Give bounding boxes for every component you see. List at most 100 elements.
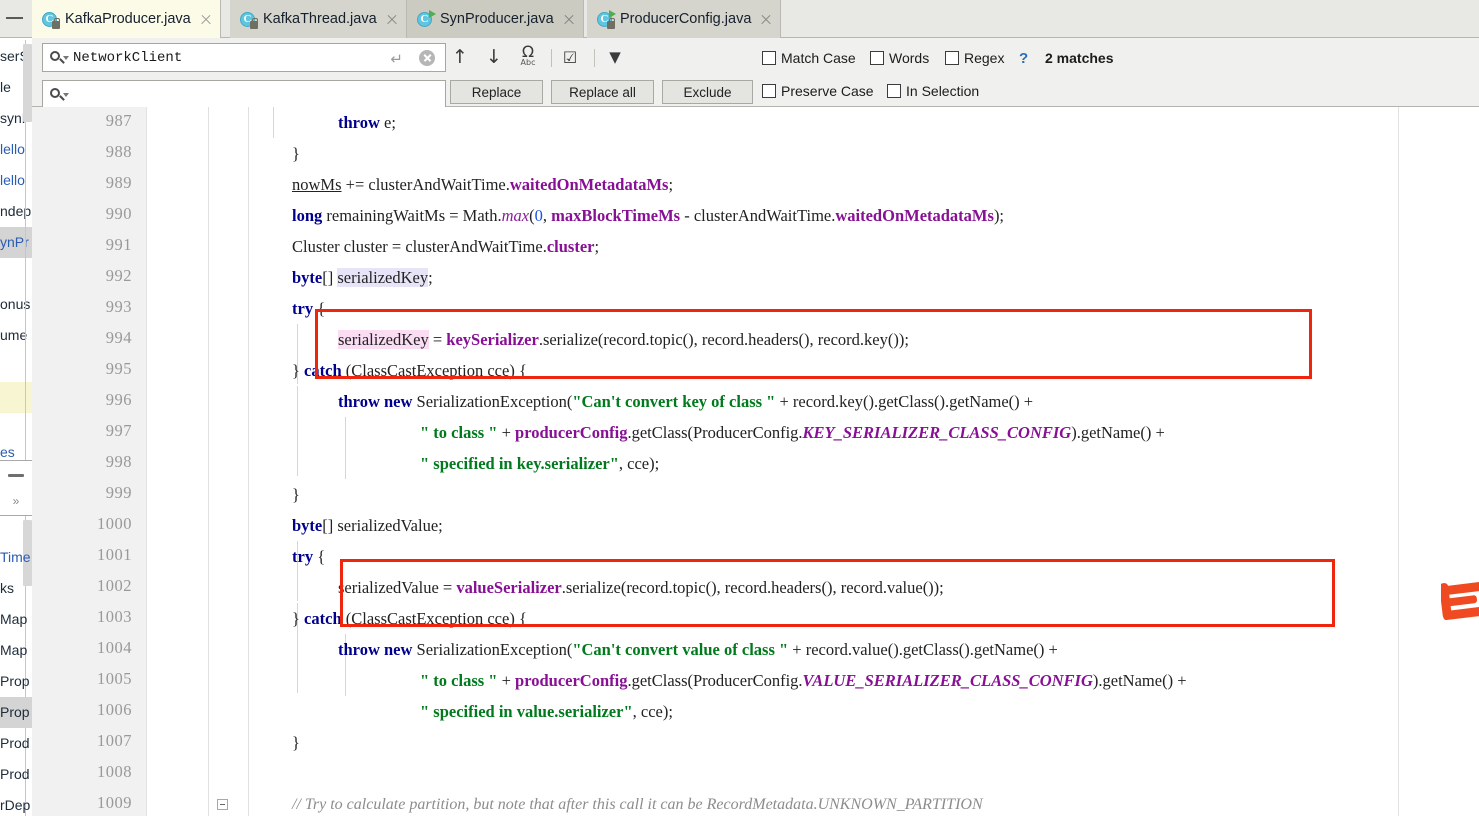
token-keyword: new <box>384 640 413 659</box>
code-editor[interactable]: 987 988 989 990 991 992 993 994 995 996 … <box>32 107 1479 816</box>
search-icon[interactable] <box>49 48 71 68</box>
sidebar-lower-item-2[interactable]: Map <box>0 604 32 635</box>
token-string: " specified in key.serializer" <box>420 454 619 473</box>
line-number: 1009 <box>97 793 132 812</box>
token-field: valueSerializer <box>456 578 562 597</box>
find-next-icon[interactable]: ↓ <box>481 44 507 70</box>
sidebar-lower-item-4[interactable]: Prop <box>0 666 32 697</box>
help-link[interactable]: ? <box>1019 50 1028 67</box>
checkbox-label: Regex <box>964 50 1005 66</box>
token-identifier: serializedValue <box>337 516 439 535</box>
tab-producerconfig-java[interactable]: C ProducerConfig.java <box>587 0 782 38</box>
sidebar-lower-item-8[interactable]: rDep <box>0 790 32 816</box>
code-line-997: " to class " + producerConfig.getClass(P… <box>420 417 1165 448</box>
checkbox-box[interactable] <box>887 84 901 98</box>
java-class-locked-icon: C <box>42 11 60 29</box>
find-previous-icon[interactable]: ↑ <box>447 44 473 70</box>
code-line-1005: " to class " + producerConfig.getClass(P… <box>420 665 1187 696</box>
sidebar-lower-item-3[interactable]: Map <box>0 635 32 666</box>
code-line-994: serializedKey = keySerializer.serialize(… <box>338 324 909 355</box>
checkbox-box[interactable] <box>870 51 884 65</box>
tab-synproducer-java[interactable]: C SynProducer.java <box>407 0 584 38</box>
sidebar-lower-item-1[interactable]: ks <box>0 573 32 604</box>
checkbox-box[interactable] <box>762 51 776 65</box>
sidebar-lower-item-5[interactable]: Prop <box>0 697 32 728</box>
token-field: waitedOnMetadataMs <box>509 175 669 194</box>
line-number: 989 <box>105 173 132 192</box>
replace-all-button[interactable]: Replace all <box>551 80 654 104</box>
sidebar-item-label: ume <box>0 327 28 343</box>
sidebar-lower-item-7[interactable]: Prod <box>0 759 32 790</box>
in-selection-checkbox[interactable]: In Selection <box>887 83 979 99</box>
search-input[interactable]: NetworkClient ↵ <box>42 43 446 72</box>
indent-guide <box>273 107 274 138</box>
token-plain: remainingWaitMs = Math. <box>322 206 502 225</box>
token-keyword: throw <box>338 392 380 411</box>
replace-button[interactable]: Replace <box>450 80 543 104</box>
checkbox-box[interactable] <box>945 51 959 65</box>
tab-kafkathread-java[interactable]: C KafkaThread.java <box>230 0 407 38</box>
sidebar-scrollbar-thumb[interactable] <box>23 44 32 122</box>
words-checkbox[interactable]: Words <box>870 50 929 66</box>
line-number: 1003 <box>97 607 132 626</box>
sidebar-item-label: Prod <box>0 735 30 751</box>
sidebar-lower-item-0[interactable]: Time <box>0 542 32 573</box>
fold-collapse-icon[interactable] <box>217 799 228 810</box>
right-margin-guide <box>1398 107 1399 816</box>
sidebar-item-label: lello <box>0 172 25 188</box>
token-keyword: catch <box>304 609 342 628</box>
tab-kafkaproducer-java[interactable]: C KafkaProducer.java <box>32 0 221 38</box>
gutter-markers-area[interactable] <box>147 107 209 816</box>
line-number: 991 <box>105 235 132 254</box>
token-plain: += clusterAndWaitTime. <box>341 175 510 194</box>
icon-sub-glyph: Abc <box>520 58 536 67</box>
exclude-button[interactable]: Exclude <box>662 80 753 104</box>
line-number: 993 <box>105 297 132 316</box>
sidebar-item-4[interactable]: lello <box>0 165 32 196</box>
regex-checkbox[interactable]: Regex <box>945 50 1004 66</box>
search-icon[interactable] <box>49 85 71 105</box>
sidebar-item-8[interactable]: onus <box>0 289 32 320</box>
clear-icon[interactable] <box>419 50 435 66</box>
code-text-layer[interactable]: throw e; } nowMs += clusterAndWaitTime.w… <box>250 107 1479 816</box>
token-string: " to class " <box>420 423 498 442</box>
select-all-occurrences-icon[interactable]: Ω Abc <box>515 43 541 69</box>
sidebar-item-3[interactable]: lello <box>0 134 32 165</box>
token-number: 0 <box>534 206 543 225</box>
close-icon[interactable] <box>562 13 575 26</box>
filter-icon[interactable]: ▼ <box>602 44 628 70</box>
sidebar-item-13[interactable]: es <box>0 437 32 468</box>
sidebar-item-5[interactable]: ndep <box>0 196 32 227</box>
sidebar-item-10[interactable] <box>0 351 32 382</box>
line-number: 996 <box>105 390 132 409</box>
code-line-987: throw e; <box>338 107 396 138</box>
tab-label: KafkaThread.java <box>263 11 377 27</box>
expander-glyph: » <box>12 494 20 508</box>
collapse-icon[interactable] <box>6 17 23 19</box>
sidebar-item-11[interactable] <box>0 382 32 413</box>
pane-resize-handle[interactable] <box>8 474 24 477</box>
close-icon[interactable] <box>759 13 772 26</box>
enter-icon[interactable]: ↵ <box>390 50 403 68</box>
token-plain: ).getName() + <box>1071 423 1165 442</box>
button-label: Exclude <box>683 84 732 100</box>
code-line-1000: byte[] serializedValue; <box>292 510 443 541</box>
match-case-checkbox[interactable]: Match Case <box>762 50 856 66</box>
pane-expand-chevron-icon[interactable]: » <box>0 494 32 508</box>
ide-window: serS le synF lello lello ndep ynPr onus … <box>0 0 1479 816</box>
token-plain: ); <box>993 206 1005 225</box>
code-line-993: try { <box>292 293 325 324</box>
close-icon[interactable] <box>385 13 398 26</box>
sidebar-item-label: Prod <box>0 766 30 782</box>
token-highlighted-identifier: serializedKey <box>337 268 429 287</box>
replace-input[interactable] <box>42 80 446 109</box>
sidebar-item-7[interactable] <box>0 258 32 289</box>
find-in-selection-toggle-icon[interactable]: ☑ <box>557 44 583 70</box>
code-folding-area[interactable] <box>209 107 249 816</box>
close-icon[interactable] <box>199 13 212 26</box>
checkbox-box[interactable] <box>762 84 776 98</box>
preserve-case-checkbox[interactable]: Preserve Case <box>762 83 874 99</box>
sidebar-lower-item-6[interactable]: Prod <box>0 728 32 759</box>
sidebar-item-6[interactable]: ynPr <box>0 227 32 258</box>
sidebar-item-9[interactable]: ume <box>0 320 32 351</box>
